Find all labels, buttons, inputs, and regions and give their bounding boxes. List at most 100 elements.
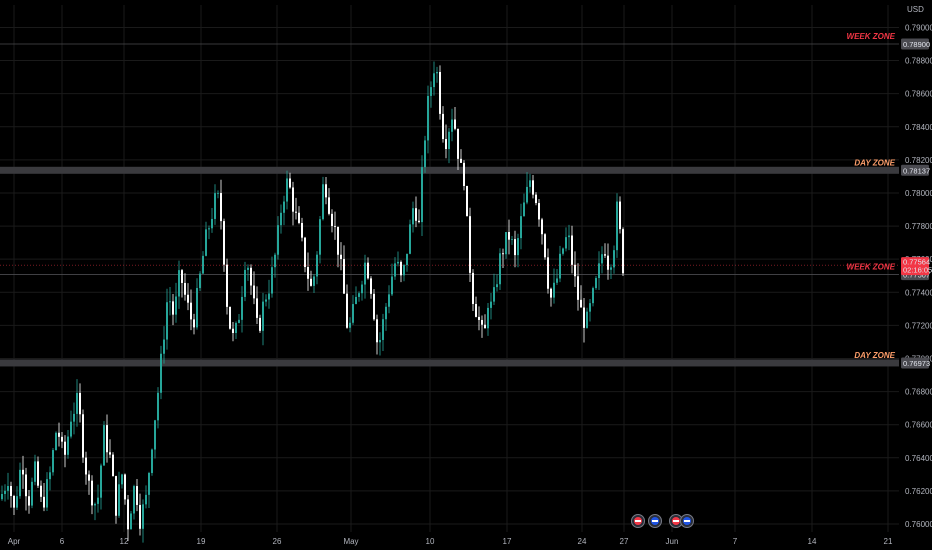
candle-body: [40, 485, 42, 497]
time-tick-label: 17: [503, 537, 512, 546]
candle-body: [43, 496, 45, 508]
candle-body: [133, 486, 135, 514]
candle-body: [490, 301, 492, 308]
candle-body: [181, 270, 183, 283]
candle-body: [190, 302, 192, 320]
candle-body: [346, 293, 348, 328]
economic-event-icon[interactable]: [680, 514, 694, 528]
candle-body: [322, 184, 324, 220]
time-tick-label: 19: [197, 537, 206, 546]
candle-body: [229, 306, 231, 329]
candle-body: [535, 194, 537, 204]
candle-body: [91, 480, 93, 506]
candle-body: [409, 224, 411, 254]
time-axis[interactable]: Apr 6 12 19 26 May 10 17 24 27 Jun 7 14 21: [8, 537, 893, 546]
candle-body: [433, 73, 435, 88]
price-axis[interactable]: 0.79000 0.78800 0.78600 0.78400 0.78200 0.780…: [899, 0, 932, 550]
candle-body: [166, 302, 168, 340]
candle-body: [484, 324, 486, 329]
candle-body: [457, 128, 459, 159]
candle-body: [1, 493, 3, 500]
candle-body: [400, 261, 402, 276]
candle-body: [124, 474, 126, 500]
candle-body: [202, 255, 204, 274]
candle-body: [97, 497, 99, 504]
candle-body: [121, 474, 123, 485]
candle-body: [220, 193, 222, 222]
candle-body: [385, 306, 387, 320]
candle-body: [559, 253, 561, 279]
candle-body: [574, 264, 576, 277]
candle-body: [187, 294, 189, 303]
candle-body: [208, 228, 210, 230]
candle-body: [46, 479, 48, 508]
candle-body: [517, 238, 519, 256]
candle-body: [562, 248, 564, 254]
candle-body: [112, 454, 114, 477]
zone-label: DAY ZONE: [854, 158, 895, 167]
currency-text: USD: [907, 5, 924, 14]
candle-body: [343, 258, 345, 294]
zone-label: DAY ZONE: [854, 351, 895, 360]
zone-label: WEEK ZONE: [847, 263, 896, 272]
candle-body: [235, 322, 237, 333]
economic-events[interactable]: [631, 514, 694, 528]
candlestick-series: [1, 61, 624, 543]
candle-body: [544, 234, 546, 258]
price-tick-label: 0.78800: [905, 57, 932, 66]
candle-body: [262, 301, 264, 331]
candle-body: [79, 392, 81, 415]
price-tick-label: 0.76800: [905, 388, 932, 397]
economic-event-icon[interactable]: [648, 514, 662, 528]
candle-body: [397, 261, 399, 264]
candle-body: [496, 284, 498, 288]
candle-body: [163, 339, 165, 354]
candle-body: [199, 273, 201, 289]
time-tick-label: 24: [578, 537, 587, 546]
candle-body: [622, 229, 624, 274]
price-chart[interactable]: WEEK ZONE DAY ZONE WEEK ZONE DAY ZONE 0.790…: [0, 0, 932, 550]
candle-body: [598, 263, 600, 279]
candle-body: [256, 298, 258, 318]
candle-body: [403, 265, 405, 276]
candle-body: [613, 250, 615, 268]
economic-event-icon[interactable]: [631, 514, 645, 528]
candle-body: [361, 284, 363, 294]
candle-body: [481, 319, 483, 325]
time-tick-label: 10: [426, 537, 435, 546]
candle-body: [601, 254, 603, 264]
candle-body: [373, 293, 375, 320]
candle-body: [64, 441, 66, 455]
candle-body: [436, 72, 438, 74]
candle-body: [577, 276, 579, 300]
candle-body: [376, 319, 378, 343]
time-tick-label: 12: [120, 537, 129, 546]
candle-body: [214, 193, 216, 219]
candle-body: [4, 490, 6, 494]
candle-body: [211, 218, 213, 229]
candle-body: [94, 503, 96, 506]
candle-body: [487, 307, 489, 329]
candle-body: [430, 87, 432, 96]
candle-body: [316, 254, 318, 277]
candle-body: [289, 178, 291, 188]
price-tick-label: 0.76600: [905, 421, 932, 430]
candle-body: [238, 319, 240, 323]
time-tick-label: Jun: [666, 537, 679, 546]
candle-body: [106, 425, 108, 453]
price-tick-label: 0.78200: [905, 156, 932, 165]
candle-body: [502, 253, 504, 255]
candle-body: [493, 287, 495, 302]
candle-body: [151, 449, 153, 473]
candle-body: [19, 469, 21, 497]
candle-body: [310, 278, 312, 286]
candle-body: [301, 222, 303, 238]
candle-body: [61, 436, 63, 442]
candle-body: [412, 208, 414, 225]
horizontal-levels: [0, 43, 899, 367]
candle-body: [7, 486, 9, 491]
candle-body: [127, 499, 129, 530]
candle-body: [421, 167, 423, 223]
candle-body: [586, 311, 588, 328]
candle-body: [286, 178, 288, 202]
